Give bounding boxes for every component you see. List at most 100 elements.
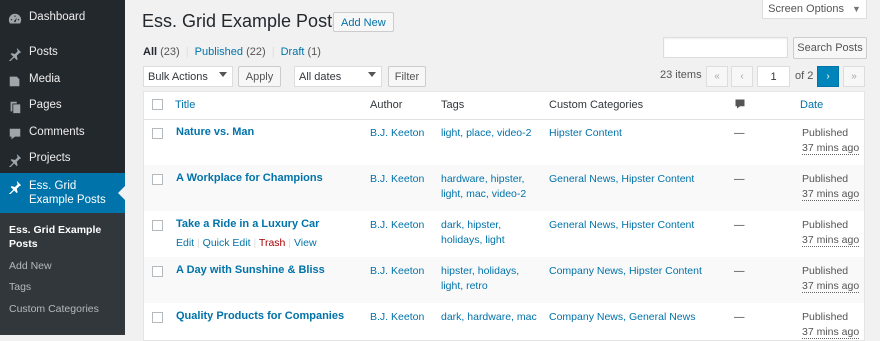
comment-count: — <box>734 265 745 277</box>
tags-line[interactable]: dark, hipster, <box>441 218 541 233</box>
post-author-link[interactable]: B.J. Keeton <box>370 310 424 325</box>
select-all-checkbox[interactable] <box>152 99 163 110</box>
tags-line[interactable]: hardware, hipster, <box>441 172 541 187</box>
post-date: Published 37 mins ago <box>802 264 860 294</box>
post-title-link[interactable]: A Workplace for Champions <box>176 171 323 186</box>
column-title[interactable]: Title <box>175 99 195 111</box>
date-filter-select[interactable]: All dates <box>294 66 382 87</box>
sidebar-item-label: Ess. Grid Example Posts <box>29 180 106 206</box>
post-categories[interactable]: Company News, General News <box>549 310 695 325</box>
comment-icon <box>7 126 23 142</box>
view-all-link[interactable]: All <box>143 46 157 58</box>
view-all-count: (23) <box>160 46 180 58</box>
sidebar-item-comments[interactable]: Comments <box>0 126 132 142</box>
row-checkbox[interactable] <box>152 312 163 323</box>
table-header: Title Author Tags Custom Categories Date <box>144 92 864 120</box>
current-page-input[interactable]: 1 <box>757 66 790 87</box>
add-new-button[interactable]: Add New <box>333 12 394 32</box>
sidebar-item-posts[interactable]: Posts <box>0 46 132 62</box>
sidebar-item-label: Projects <box>29 152 71 164</box>
post-status: Published <box>802 127 849 139</box>
post-title-link[interactable]: Nature vs. Man <box>176 125 254 140</box>
bulk-actions-select[interactable]: Bulk Actions <box>143 66 233 87</box>
post-author-link[interactable]: B.J. Keeton <box>370 172 424 187</box>
prev-page-button[interactable]: ‹ <box>731 66 753 87</box>
view-link[interactable]: View <box>294 237 317 249</box>
post-categories[interactable]: Hipster Content <box>549 126 622 141</box>
total-pages: of 2 <box>795 70 814 82</box>
action-separator: | <box>253 237 257 249</box>
search-input[interactable] <box>663 37 788 58</box>
post-author-link[interactable]: B.J. Keeton <box>370 264 424 279</box>
quick-edit-link[interactable]: Quick Edit <box>203 237 251 249</box>
view-separator: | <box>271 46 275 58</box>
post-title-link[interactable]: A Day with Sunshine & Bliss <box>176 263 325 278</box>
sidebar-item-label: Pages <box>29 99 62 111</box>
sidebar-item-projects[interactable]: Projects <box>0 152 132 168</box>
post-author-link[interactable]: B.J. Keeton <box>370 126 424 141</box>
pages-icon <box>7 99 23 115</box>
post-status: Published <box>802 265 849 277</box>
pin-icon <box>7 46 23 62</box>
last-page-button[interactable]: » <box>843 66 865 87</box>
submenu-item-custom-categories[interactable]: Custom Categories <box>9 303 99 315</box>
apply-button[interactable]: Apply <box>238 66 281 87</box>
tags-line[interactable]: light, mac, video-2 <box>441 187 541 202</box>
row-checkbox[interactable] <box>152 128 163 139</box>
first-page-button[interactable]: « <box>706 66 728 87</box>
row-checkbox[interactable] <box>152 220 163 231</box>
next-page-button[interactable]: › <box>817 66 839 87</box>
table-row: Take a Ride in a Luxury Car Edit | Quick… <box>144 211 864 257</box>
tags-line[interactable]: light, place, video-2 <box>441 126 541 141</box>
view-published-link[interactable]: Published <box>195 46 243 58</box>
action-separator: | <box>197 237 200 249</box>
submenu-item-add-new[interactable]: Add New <box>9 260 52 272</box>
tags-line[interactable]: hipster, holidays, <box>441 264 541 279</box>
post-status-views: All (23) | Published (22) | Draft (1) <box>143 46 321 58</box>
main-content: Screen Options ▼ Ess. Grid Example Posts… <box>125 0 880 341</box>
post-status: Published <box>802 311 849 323</box>
sidebar-item-dashboard[interactable]: Dashboard <box>0 11 132 27</box>
post-status: Published <box>802 173 849 185</box>
comment-count: — <box>734 173 745 185</box>
dropdown-arrow-icon <box>368 72 376 77</box>
column-tags: Tags <box>441 99 465 111</box>
row-checkbox[interactable] <box>152 174 163 185</box>
post-date: Published 37 mins ago <box>802 218 860 248</box>
sidebar-item-label: Dashboard <box>29 11 86 23</box>
edit-link[interactable]: Edit <box>176 237 194 249</box>
bulk-actions-value: Bulk Actions <box>148 70 208 83</box>
tags-line[interactable]: light, retro <box>441 279 541 294</box>
sidebar-item-ess-grid-example-posts[interactable]: Ess. Grid Example Posts <box>0 173 125 213</box>
view-draft-count: (1) <box>307 46 321 58</box>
view-separator: | <box>185 46 189 58</box>
view-published-count: (22) <box>246 46 266 58</box>
admin-sidebar: Dashboard Posts Media Pages Comments Pro… <box>0 0 125 335</box>
post-date: Published 37 mins ago <box>802 310 860 340</box>
tags-line[interactable]: holidays, light <box>441 233 541 248</box>
submenu-item-tags[interactable]: Tags <box>9 281 31 293</box>
view-draft-link[interactable]: Draft <box>281 46 305 58</box>
submenu-item-all-posts[interactable]: Ess. Grid Example Posts <box>9 223 109 251</box>
trash-link[interactable]: Trash <box>259 237 285 249</box>
sidebar-item-media[interactable]: Media <box>0 73 132 89</box>
screen-options-button[interactable]: Screen Options ▼ <box>762 0 867 19</box>
row-checkbox[interactable] <box>152 266 163 277</box>
post-tags: light, place, video-2 <box>441 126 541 141</box>
table-row: Nature vs. Man B.J. Keeton light, place,… <box>144 119 864 165</box>
page-title: Ess. Grid Example Posts <box>142 11 342 31</box>
post-title-link[interactable]: Quality Products for Companies <box>176 309 344 324</box>
post-tags: hipster, holidays, light, retro <box>441 264 541 294</box>
post-categories[interactable]: Company News, Hipster Content <box>549 264 702 279</box>
sidebar-item-pages[interactable]: Pages <box>0 99 132 115</box>
post-author-link[interactable]: B.J. Keeton <box>370 218 424 233</box>
comment-icon[interactable] <box>734 98 746 113</box>
filter-button[interactable]: Filter <box>388 66 426 87</box>
post-title-link[interactable]: Take a Ride in a Luxury Car <box>176 217 319 232</box>
post-categories[interactable]: General News, Hipster Content <box>549 218 694 233</box>
screen-options-label: Screen Options <box>768 2 844 15</box>
tags-line[interactable]: dark, hardware, mac <box>441 310 541 325</box>
search-posts-button[interactable]: Search Posts <box>793 37 867 59</box>
post-categories[interactable]: General News, Hipster Content <box>549 172 694 187</box>
column-date[interactable]: Date <box>800 99 823 111</box>
